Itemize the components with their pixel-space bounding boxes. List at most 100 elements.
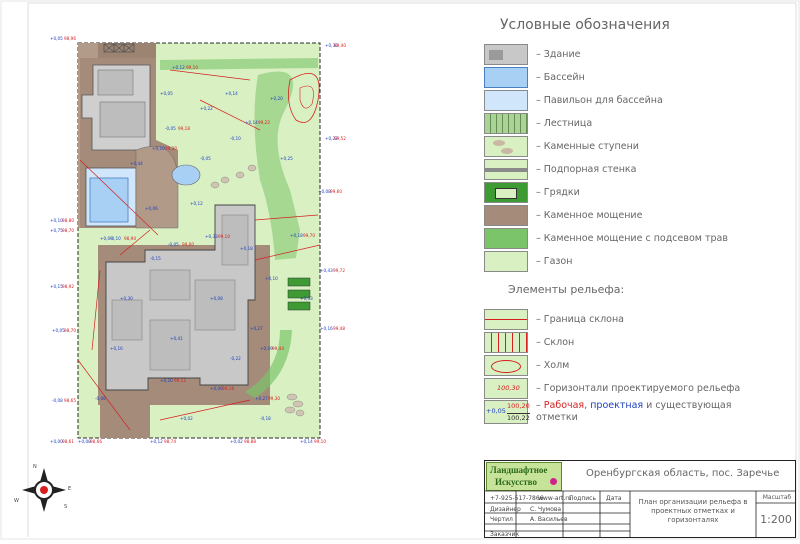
svg-text:+0,16: +0,16: [320, 326, 333, 331]
scale-label: Масштаб: [762, 494, 792, 501]
svg-text:98,66: 98,66: [90, 439, 102, 444]
svg-text:98,70: 98,70: [62, 228, 74, 233]
svg-text:99,30: 99,30: [165, 146, 177, 151]
elevation-mark: +0,16: [110, 346, 123, 351]
elevation-mark: +0,10: [265, 276, 278, 281]
elevation-mark: +0,02: [180, 416, 193, 421]
svg-text:+0,33: +0,33: [205, 234, 218, 239]
svg-text:+0,05: +0,05: [50, 36, 63, 41]
elevation-mark: +0,12: [190, 201, 203, 206]
compass-north: N: [33, 464, 37, 470]
marks-swatch: +0,05 100,20 100,22: [484, 400, 530, 424]
legend-item-slope-border: – Граница склона: [484, 308, 624, 330]
legend-item-pool: – Бассейн: [484, 66, 585, 88]
stairs-swatch: [484, 112, 528, 134]
location-title: Оренбургская область, пос. Заречье: [586, 468, 780, 479]
svg-text:-0,08: -0,08: [52, 398, 63, 403]
hill-swatch: [484, 354, 528, 376]
column-date: Дата: [606, 495, 622, 502]
pool: [89, 177, 129, 223]
elevation-mark: +0,41: [170, 336, 183, 341]
grass-paving-swatch: [484, 227, 528, 249]
legend-item-lawn: – Газон: [484, 250, 572, 272]
legend-item-stairs: – Лестница: [484, 112, 592, 134]
garden-beds: [287, 277, 311, 311]
scale-value: 1:200: [760, 513, 792, 526]
elevation-mark: -0,15: [150, 256, 161, 261]
pavilion-swatch: [484, 89, 528, 111]
gate-zone: [98, 43, 156, 58]
company-phone: +7-925-517-7866: [490, 495, 544, 502]
pond: [171, 164, 201, 186]
svg-text:+0,43: +0,43: [320, 268, 333, 273]
compass: N E W S: [14, 464, 71, 512]
role-client: Заказчик: [490, 531, 520, 538]
svg-text:99,40: 99,40: [334, 43, 346, 48]
svg-text:99,48: 99,48: [333, 326, 345, 331]
building-swatch: [484, 43, 528, 65]
svg-text:+0,14: +0,14: [245, 120, 258, 125]
elevation-mark: +0,30: [120, 296, 133, 301]
svg-text:+0,20: +0,20: [160, 378, 173, 383]
elevation-mark: +0,33: [300, 296, 313, 301]
legend-item-contours: 100,30 – Горизонтали проектируемого рель…: [484, 377, 740, 399]
svg-text:98,92: 98,92: [62, 284, 74, 289]
stone-paving-swatch: [484, 204, 528, 226]
svg-text:+0,12: +0,12: [150, 439, 163, 444]
legend-item-marks: +0,05 100,20 100,22 – Рабочая, проектная…: [484, 400, 732, 424]
role-drafter: Чертил: [490, 516, 513, 523]
contours-swatch: 100,30: [484, 377, 528, 399]
elevation-mark: +0,20: [270, 96, 283, 101]
stone-steps-swatch: [484, 135, 528, 157]
compass-east: E: [68, 486, 71, 492]
company-site: www-art.ru: [538, 495, 572, 502]
relief-title: Элементы рельефа:: [508, 283, 625, 296]
elevation-mark: +0,14: [225, 91, 238, 96]
logo-dot-icon: [550, 478, 557, 485]
svg-text:99,22: 99,22: [258, 120, 270, 125]
svg-text:98,65: 98,65: [64, 398, 76, 403]
svg-text:98,88: 98,88: [244, 439, 256, 444]
drawing-sheet: +0,05 98,96 +0,12 99,10 +0,14 99,22 -0,05 99…: [0, 0, 800, 540]
svg-text:+0,10: +0,10: [152, 146, 165, 151]
svg-text:+0,27: +0,27: [255, 396, 268, 401]
svg-text:98,94: 98,94: [124, 236, 136, 241]
garden-beds-swatch: [484, 181, 528, 203]
elevation-mark: +0,09: [100, 236, 113, 241]
slope-swatch: [484, 331, 528, 353]
site-plan: +0,05 98,96 +0,12 99,10 +0,14 99,22 -0,05 99…: [0, 0, 800, 540]
retaining-wall-swatch: [484, 158, 528, 180]
svg-text:99,52: 99,52: [334, 136, 346, 141]
svg-text:99,44: 99,44: [272, 346, 284, 351]
legend-item-pavilion: – Павильон для бассейна: [484, 89, 663, 111]
svg-text:+0,12: +0,12: [172, 65, 185, 70]
svg-text:99,72: 99,72: [333, 268, 345, 273]
slope-border-swatch: [484, 308, 528, 330]
pool-swatch: [484, 66, 528, 88]
svg-text:99,10: 99,10: [186, 65, 198, 70]
legend-title: Условные обозначения: [500, 17, 670, 33]
elevation-mark: -0,10: [230, 136, 241, 141]
svg-text:-0,05: -0,05: [168, 242, 179, 247]
svg-text:98,61: 98,61: [62, 439, 74, 444]
svg-text:99,10: 99,10: [314, 439, 326, 444]
svg-text:98,80: 98,80: [62, 218, 74, 223]
elevation-mark: +0,25: [280, 156, 293, 161]
legend-item-stone-steps: – Каменные ступени: [484, 135, 639, 157]
elevation-mark: +0,18: [240, 246, 253, 251]
column-sign: Подпись: [569, 495, 596, 502]
legend-item-hill: – Холм: [484, 354, 569, 376]
svg-text:+0,18: +0,18: [290, 233, 303, 238]
entrance-paving: [100, 385, 150, 438]
svg-text:98,70: 98,70: [64, 328, 76, 333]
terrace: [135, 146, 179, 229]
name-drafter: А. Васильев: [530, 516, 568, 523]
legend-item-garden-beds: – Грядки: [484, 181, 580, 203]
elevation-mark: +0,06: [145, 206, 158, 211]
role-designer: Дизайнер: [490, 506, 521, 513]
svg-text:-0,05: -0,05: [165, 126, 176, 131]
legend-item-slope: – Склон: [484, 331, 574, 353]
legend-item-retaining-wall: – Подпорная стенка: [484, 158, 637, 180]
elevation-mark: -0,08: [95, 396, 106, 401]
elevation-mark: -0,22: [230, 356, 241, 361]
